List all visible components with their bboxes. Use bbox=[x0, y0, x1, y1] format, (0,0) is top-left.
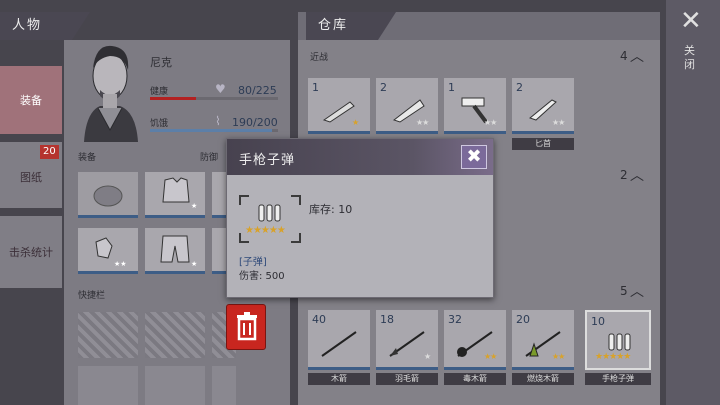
item-slot-selected[interactable]: 10 ★★★★★ bbox=[585, 310, 651, 370]
item-qty: 20 bbox=[516, 313, 530, 326]
nav-item-kill-stats[interactable]: 击杀统计 bbox=[0, 216, 62, 288]
equip-label: 装备 bbox=[78, 153, 97, 163]
item-qty: 40 bbox=[312, 313, 326, 326]
svg-text:★: ★ bbox=[191, 260, 197, 268]
svg-text:★: ★ bbox=[191, 202, 197, 210]
head-slot[interactable] bbox=[78, 172, 138, 218]
feather-arrow-icon bbox=[389, 331, 425, 357]
close-icon: ✖ bbox=[466, 146, 482, 167]
item-stars: ★★ bbox=[484, 118, 497, 127]
health-bar-fill bbox=[150, 97, 196, 100]
hunger-icon: ⌇ bbox=[215, 114, 221, 128]
legs-slot[interactable]: ★ bbox=[145, 228, 205, 274]
section-count: 2 bbox=[620, 168, 628, 182]
item-name: 羽毛箭 bbox=[376, 373, 438, 385]
section-count: 5 bbox=[620, 284, 628, 298]
nav-label: 装备 bbox=[20, 94, 42, 107]
popup-stock: 库存: 10 bbox=[309, 203, 353, 216]
item-stars: ★★ bbox=[484, 352, 497, 361]
blueprints-badge: 20 bbox=[40, 145, 59, 159]
item-stars: ★★ bbox=[552, 352, 565, 361]
item-slot[interactable]: 18 ★ bbox=[376, 310, 438, 370]
body-slot[interactable]: ★ bbox=[145, 172, 205, 218]
item-stars: ★★ bbox=[416, 118, 429, 127]
protection-label: 防御 bbox=[200, 153, 219, 163]
section-count: 4 bbox=[620, 49, 628, 63]
item-detail-popup: 手枪子弹 ✖ ★★★★★ 库存: 10 [子弹] 伤害: 500 bbox=[226, 138, 494, 298]
item-qty: 10 bbox=[591, 315, 605, 328]
trash-icon bbox=[237, 312, 257, 341]
item-stars: ★★★★★ bbox=[595, 352, 631, 362]
heart-icon: ♥ bbox=[215, 82, 226, 96]
popup-title: 手枪子弹 bbox=[239, 153, 296, 168]
hunger-value: 190/200 bbox=[232, 116, 278, 129]
item-slot[interactable]: 20 ★★ bbox=[512, 310, 574, 370]
item-name: 毒木箭 bbox=[444, 373, 506, 385]
quickbar-slot[interactable] bbox=[78, 366, 138, 405]
popup-item-frame: ★★★★★ bbox=[239, 195, 301, 243]
quickbar-label: 快捷栏 bbox=[78, 291, 106, 301]
wood-arrow-icon bbox=[321, 331, 357, 357]
popup-item-stars: ★★★★★ bbox=[245, 225, 286, 236]
item-stars: ★ bbox=[424, 352, 431, 361]
pistol-bullets-icon bbox=[608, 333, 631, 351]
collapse-section-button[interactable]: ︿ bbox=[630, 165, 644, 185]
character-panel-title: 人物 bbox=[0, 12, 90, 40]
nav-item-equipment[interactable]: 装备 bbox=[0, 66, 62, 134]
health-value: 80/225 bbox=[238, 84, 277, 97]
item-stars: ★ bbox=[352, 118, 359, 127]
item-name: 手枪子弹 bbox=[585, 373, 651, 385]
hunger-label: 饥饿 bbox=[150, 119, 169, 129]
item-slot[interactable]: 2 ★★ bbox=[376, 78, 438, 134]
quickbar-slot[interactable] bbox=[78, 312, 138, 358]
item-slot[interactable]: 32 ★★ bbox=[444, 310, 506, 370]
hunger-bar bbox=[150, 129, 278, 132]
collapse-section-button[interactable]: ︿ bbox=[630, 281, 644, 301]
item-qty: 1 bbox=[448, 81, 455, 94]
popup-damage: 伤害: 500 bbox=[239, 271, 285, 282]
item-name: 木箭 bbox=[308, 373, 370, 385]
item-qty: 2 bbox=[516, 81, 523, 94]
item-qty: 18 bbox=[380, 313, 394, 326]
collapse-section-button[interactable]: ︿ bbox=[630, 46, 644, 66]
item-slot[interactable]: 1 ★ bbox=[308, 78, 370, 134]
item-qty: 32 bbox=[448, 313, 462, 326]
item-slot[interactable]: 2 ★★ bbox=[512, 78, 574, 134]
delete-button[interactable] bbox=[226, 304, 266, 350]
nav-label: 击杀统计 bbox=[9, 246, 53, 259]
item-slot[interactable]: 1 ★★ bbox=[444, 78, 506, 134]
item-qty: 1 bbox=[312, 81, 319, 94]
character-portrait bbox=[76, 34, 144, 142]
close-icon[interactable]: ✕ bbox=[680, 6, 702, 36]
item-slot[interactable]: 40 bbox=[308, 310, 370, 370]
close-label[interactable]: 关闭 bbox=[684, 44, 698, 72]
popup-close-button[interactable]: ✖ bbox=[461, 145, 487, 169]
section-name: 近战 bbox=[310, 53, 329, 63]
warehouse-title: 仓库 bbox=[306, 12, 396, 40]
pistol-bullets-icon bbox=[258, 204, 281, 222]
item-name: 匕首 bbox=[512, 138, 574, 150]
svg-text:★★: ★★ bbox=[114, 260, 127, 268]
item-stars: ★★ bbox=[552, 118, 565, 127]
hunger-bar-fill bbox=[150, 129, 272, 132]
popup-category: [子弹] bbox=[239, 257, 267, 268]
quickbar-slot[interactable] bbox=[212, 366, 236, 405]
character-name: 尼克 bbox=[150, 56, 172, 69]
quickbar-slot[interactable] bbox=[145, 366, 205, 405]
item-qty: 2 bbox=[380, 81, 387, 94]
quickbar-slot[interactable] bbox=[145, 312, 205, 358]
hands-slot[interactable]: ★★ bbox=[78, 228, 138, 274]
item-name: 燃烧木箭 bbox=[512, 373, 574, 385]
health-bar bbox=[150, 97, 278, 100]
nav-label: 图纸 bbox=[20, 171, 42, 184]
health-label: 健康 bbox=[150, 87, 169, 97]
